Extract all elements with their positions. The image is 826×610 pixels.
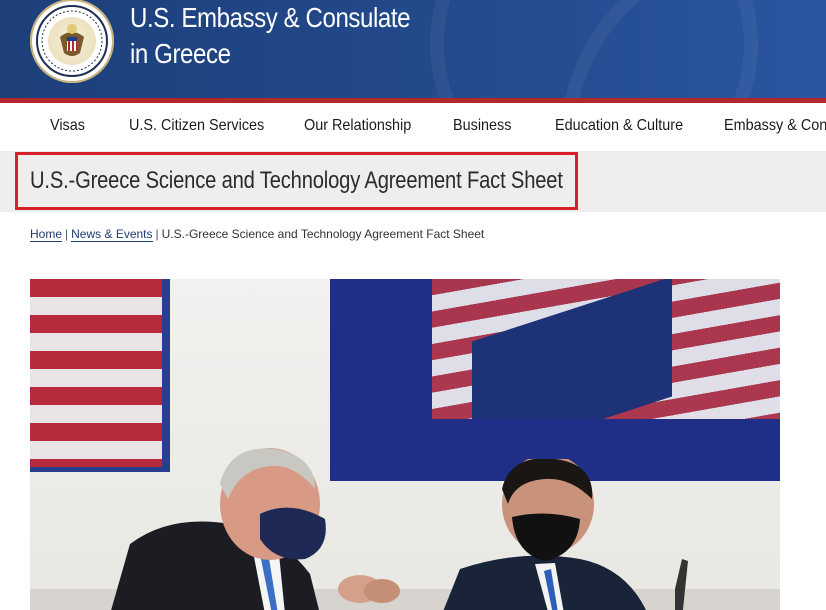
site-header: U.S. Embassy & Consulate in Greece xyxy=(0,0,826,98)
nav-item-citizen-services[interactable]: U.S. Citizen Services xyxy=(129,117,264,135)
nav-item-education-culture[interactable]: Education & Culture xyxy=(555,117,683,135)
nav-item-embassy-consulates[interactable]: Embassy & Cons xyxy=(724,117,826,135)
nav-item-business[interactable]: Business xyxy=(453,117,511,135)
site-title-line2: in Greece xyxy=(130,38,231,69)
photo-elbow-bump xyxy=(338,575,400,603)
nav-item-our-relationship[interactable]: Our Relationship xyxy=(304,117,411,135)
breadcrumb-separator: | xyxy=(65,227,69,241)
breadcrumb-news-link[interactable]: News & Events xyxy=(71,227,153,242)
site-title-line1: U.S. Embassy & Consulate xyxy=(130,2,411,33)
main-navigation: Visas U.S. Citizen Services Our Relation… xyxy=(0,103,826,151)
great-seal-icon[interactable] xyxy=(30,0,114,83)
breadcrumb-current: U.S.-Greece Science and Technology Agree… xyxy=(161,227,485,241)
featured-photo xyxy=(30,279,780,610)
photo-person-right xyxy=(443,459,688,610)
nav-item-visas[interactable]: Visas xyxy=(50,117,85,135)
photo-right-screen xyxy=(330,279,780,481)
breadcrumb: Home | News & Events | U.S.-Greece Science a… xyxy=(30,227,485,242)
page-title-highlight xyxy=(15,152,578,210)
photo-person-left xyxy=(111,448,326,610)
site-title[interactable]: U.S. Embassy & Consulate in Greece xyxy=(130,0,411,72)
breadcrumb-home-link[interactable]: Home xyxy=(30,227,63,242)
breadcrumb-separator: | xyxy=(155,227,159,241)
